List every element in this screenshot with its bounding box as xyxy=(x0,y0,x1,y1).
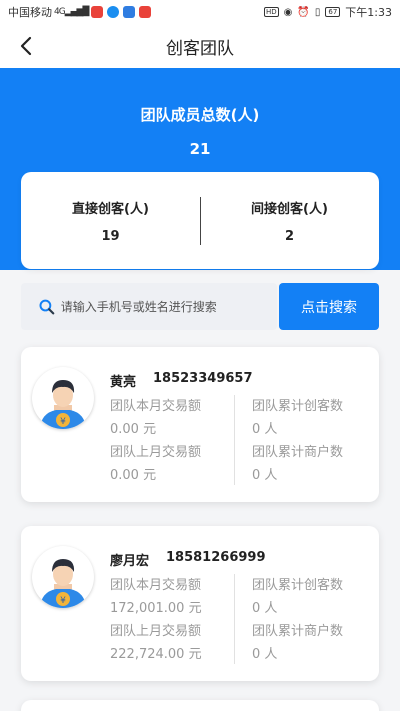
app-notification-icon xyxy=(123,6,136,18)
eye-icon: ◉ xyxy=(283,6,293,18)
member-card[interactable] xyxy=(21,700,379,711)
this-month-volume-label: 团队本月交易额 xyxy=(110,578,202,593)
last-month-volume-label: 团队上月交易额 xyxy=(110,445,202,460)
this-month-volume-value: 0.00 元 xyxy=(110,422,157,437)
total-makers-label: 团队累计创客数 xyxy=(252,578,344,593)
app-notification-icon xyxy=(107,6,120,18)
search-button[interactable]: 点击搜索 xyxy=(279,283,379,330)
total-makers-value: 0 人 xyxy=(252,601,278,616)
vibrate-icon: ▯ xyxy=(314,6,321,18)
app-notification-icon xyxy=(139,6,152,18)
direct-makers-label: 直接创客(人) xyxy=(72,201,149,217)
chevron-left-icon xyxy=(20,36,32,56)
direct-makers-value: 19 xyxy=(101,228,120,244)
total-makers-label: 团队累计创客数 xyxy=(252,399,344,414)
total-merchants-value: 0 人 xyxy=(252,468,278,483)
status-bar: 中国移动 4G▂▄▆█ HD ◉ ⏰ ▯ 67 下午1:33 xyxy=(0,0,400,24)
last-month-volume-value: 0.00 元 xyxy=(110,468,157,483)
this-month-volume-value: 172,001.00 元 xyxy=(110,601,202,616)
svg-text:¥: ¥ xyxy=(60,417,66,427)
member-name: 黄亮 xyxy=(110,375,137,390)
direct-makers-stat[interactable]: 直接创客(人) 19 xyxy=(21,172,200,269)
maker-breakdown-card: 直接创客(人) 19 间接创客(人) 2 xyxy=(21,172,379,269)
alarm-icon: ⏰ xyxy=(297,6,310,18)
last-month-volume-value: 222,724.00 元 xyxy=(110,647,202,662)
total-merchants-label: 团队累计商户数 xyxy=(252,624,344,639)
divider xyxy=(234,395,235,485)
avatar: ¥ xyxy=(32,367,94,429)
member-phone: 18523349657 xyxy=(153,371,253,386)
back-button[interactable] xyxy=(12,32,40,60)
hd-icon: HD xyxy=(264,7,279,17)
svg-text:¥: ¥ xyxy=(60,596,66,606)
this-month-volume-label: 团队本月交易额 xyxy=(110,399,202,414)
app-notification-icon xyxy=(91,6,104,18)
signal-icon: 4G▂▄▆█ xyxy=(54,7,89,17)
battery-icon: 67 xyxy=(325,7,341,17)
member-card[interactable]: ¥ 黄亮 18523349657 团队本月交易额 0.00 元 团队上月交易额 … xyxy=(21,347,379,502)
search-bar xyxy=(21,283,277,330)
page-title: 创客团队 xyxy=(166,38,234,59)
divider xyxy=(234,574,235,664)
clock: 下午1:33 xyxy=(345,6,392,19)
network-type: 4G xyxy=(54,7,66,17)
indirect-makers-value: 2 xyxy=(284,228,295,244)
total-members-value: 21 xyxy=(189,140,211,158)
person-avatar-icon: ¥ xyxy=(40,380,86,429)
divider xyxy=(200,197,201,245)
member-name: 廖月宏 xyxy=(110,554,150,569)
person-avatar-icon: ¥ xyxy=(40,559,86,608)
total-merchants-label: 团队累计商户数 xyxy=(252,445,344,460)
avatar: ¥ xyxy=(32,546,94,608)
battery-level: 67 xyxy=(328,8,338,16)
member-card[interactable]: ¥ 廖月宏 18581266999 团队本月交易额 172,001.00 元 团… xyxy=(21,526,379,681)
total-makers-value: 0 人 xyxy=(252,422,278,437)
search-icon xyxy=(39,299,55,314)
total-members-label: 团队成员总数(人) xyxy=(140,106,260,124)
nav-bar: 创客团队 xyxy=(0,24,400,68)
indirect-makers-label: 间接创客(人) xyxy=(251,201,328,217)
total-merchants-value: 0 人 xyxy=(252,647,278,662)
member-phone: 18581266999 xyxy=(166,550,266,565)
last-month-volume-label: 团队上月交易额 xyxy=(110,624,202,639)
search-input[interactable] xyxy=(60,299,277,314)
indirect-makers-stat[interactable]: 间接创客(人) 2 xyxy=(200,172,379,269)
carrier-name: 中国移动 xyxy=(8,6,52,19)
